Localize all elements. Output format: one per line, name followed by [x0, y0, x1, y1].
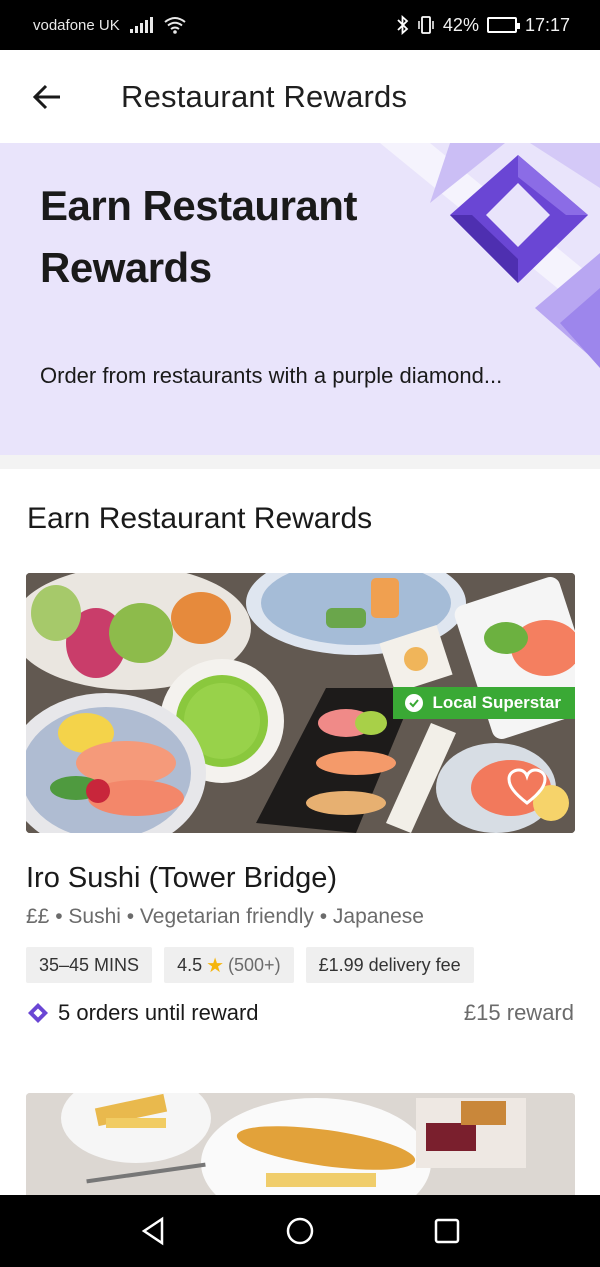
back-arrow-icon — [32, 84, 60, 109]
restaurant-name[interactable]: Iro Sushi (Tower Bridge) — [26, 862, 337, 895]
triangle-back-icon — [142, 1216, 164, 1246]
signal-icon — [129, 17, 153, 33]
battery-icon — [486, 17, 520, 33]
section-title: Earn Restaurant Rewards — [27, 502, 373, 535]
fish-and-chips-photo — [26, 1093, 575, 1195]
hero-title: Earn Restaurant Rewards — [40, 182, 357, 291]
status-bar: vodafone UK 42% 17:17 — [0, 0, 600, 50]
delivery-fee: £1.99 delivery fee — [318, 954, 461, 975]
app-header: Restaurant Rewards — [0, 50, 600, 143]
section-divider — [0, 455, 600, 469]
rating-value: 4.5 — [177, 954, 203, 975]
rewards-hero-banner[interactable]: Earn Restaurant Rewards Order from resta… — [0, 143, 600, 455]
restaurant-image-2[interactable] — [26, 1093, 575, 1195]
delivery-time-chip: 35–45 MINS — [26, 947, 153, 983]
nav-back-button[interactable] — [123, 1201, 183, 1261]
restaurant-image[interactable]: Local Superstar — [26, 573, 575, 833]
circle-home-icon — [286, 1217, 314, 1245]
badge-label: Local Superstar — [432, 693, 562, 712]
back-button[interactable] — [0, 50, 94, 143]
restaurant-info-chips: 35–45 MINS 4.5 ★ (500+) £1.99 delivery f… — [26, 947, 474, 983]
purple-diamond-icon — [28, 1003, 48, 1023]
delivery-time: 35–45 MINS — [39, 954, 140, 975]
favorite-heart-icon[interactable] — [506, 767, 548, 807]
page-title: Restaurant Rewards — [121, 78, 408, 114]
restaurant-tags: ££ • Sushi • Vegetarian friendly • Japan… — [26, 905, 424, 928]
check-icon — [404, 694, 423, 712]
system-navigation-bar — [0, 1195, 600, 1267]
rating-chip: 4.5 ★ (500+) — [164, 947, 294, 983]
bluetooth-icon — [397, 15, 409, 35]
orders-until-reward: 5 orders until reward — [58, 1000, 259, 1025]
nav-home-button[interactable] — [270, 1201, 330, 1261]
vibrate-icon — [418, 16, 434, 34]
star-icon: ★ — [206, 954, 225, 977]
battery-percent: 42% — [442, 14, 479, 35]
purple-diamond-illustration — [380, 143, 600, 368]
wifi-icon — [164, 17, 186, 34]
delivery-fee-chip: £1.99 delivery fee — [305, 947, 474, 983]
local-superstar-badge: Local Superstar — [392, 687, 575, 719]
square-recents-icon — [434, 1218, 459, 1244]
clock: 17:17 — [524, 14, 570, 35]
reward-progress-row: 5 orders until reward £15 reward — [26, 1000, 574, 1026]
rating-count: (500+) — [228, 954, 281, 975]
carrier-label: vodafone UK — [33, 16, 120, 34]
nav-recents-button[interactable] — [417, 1201, 477, 1261]
reward-amount: £15 reward — [463, 1000, 574, 1025]
